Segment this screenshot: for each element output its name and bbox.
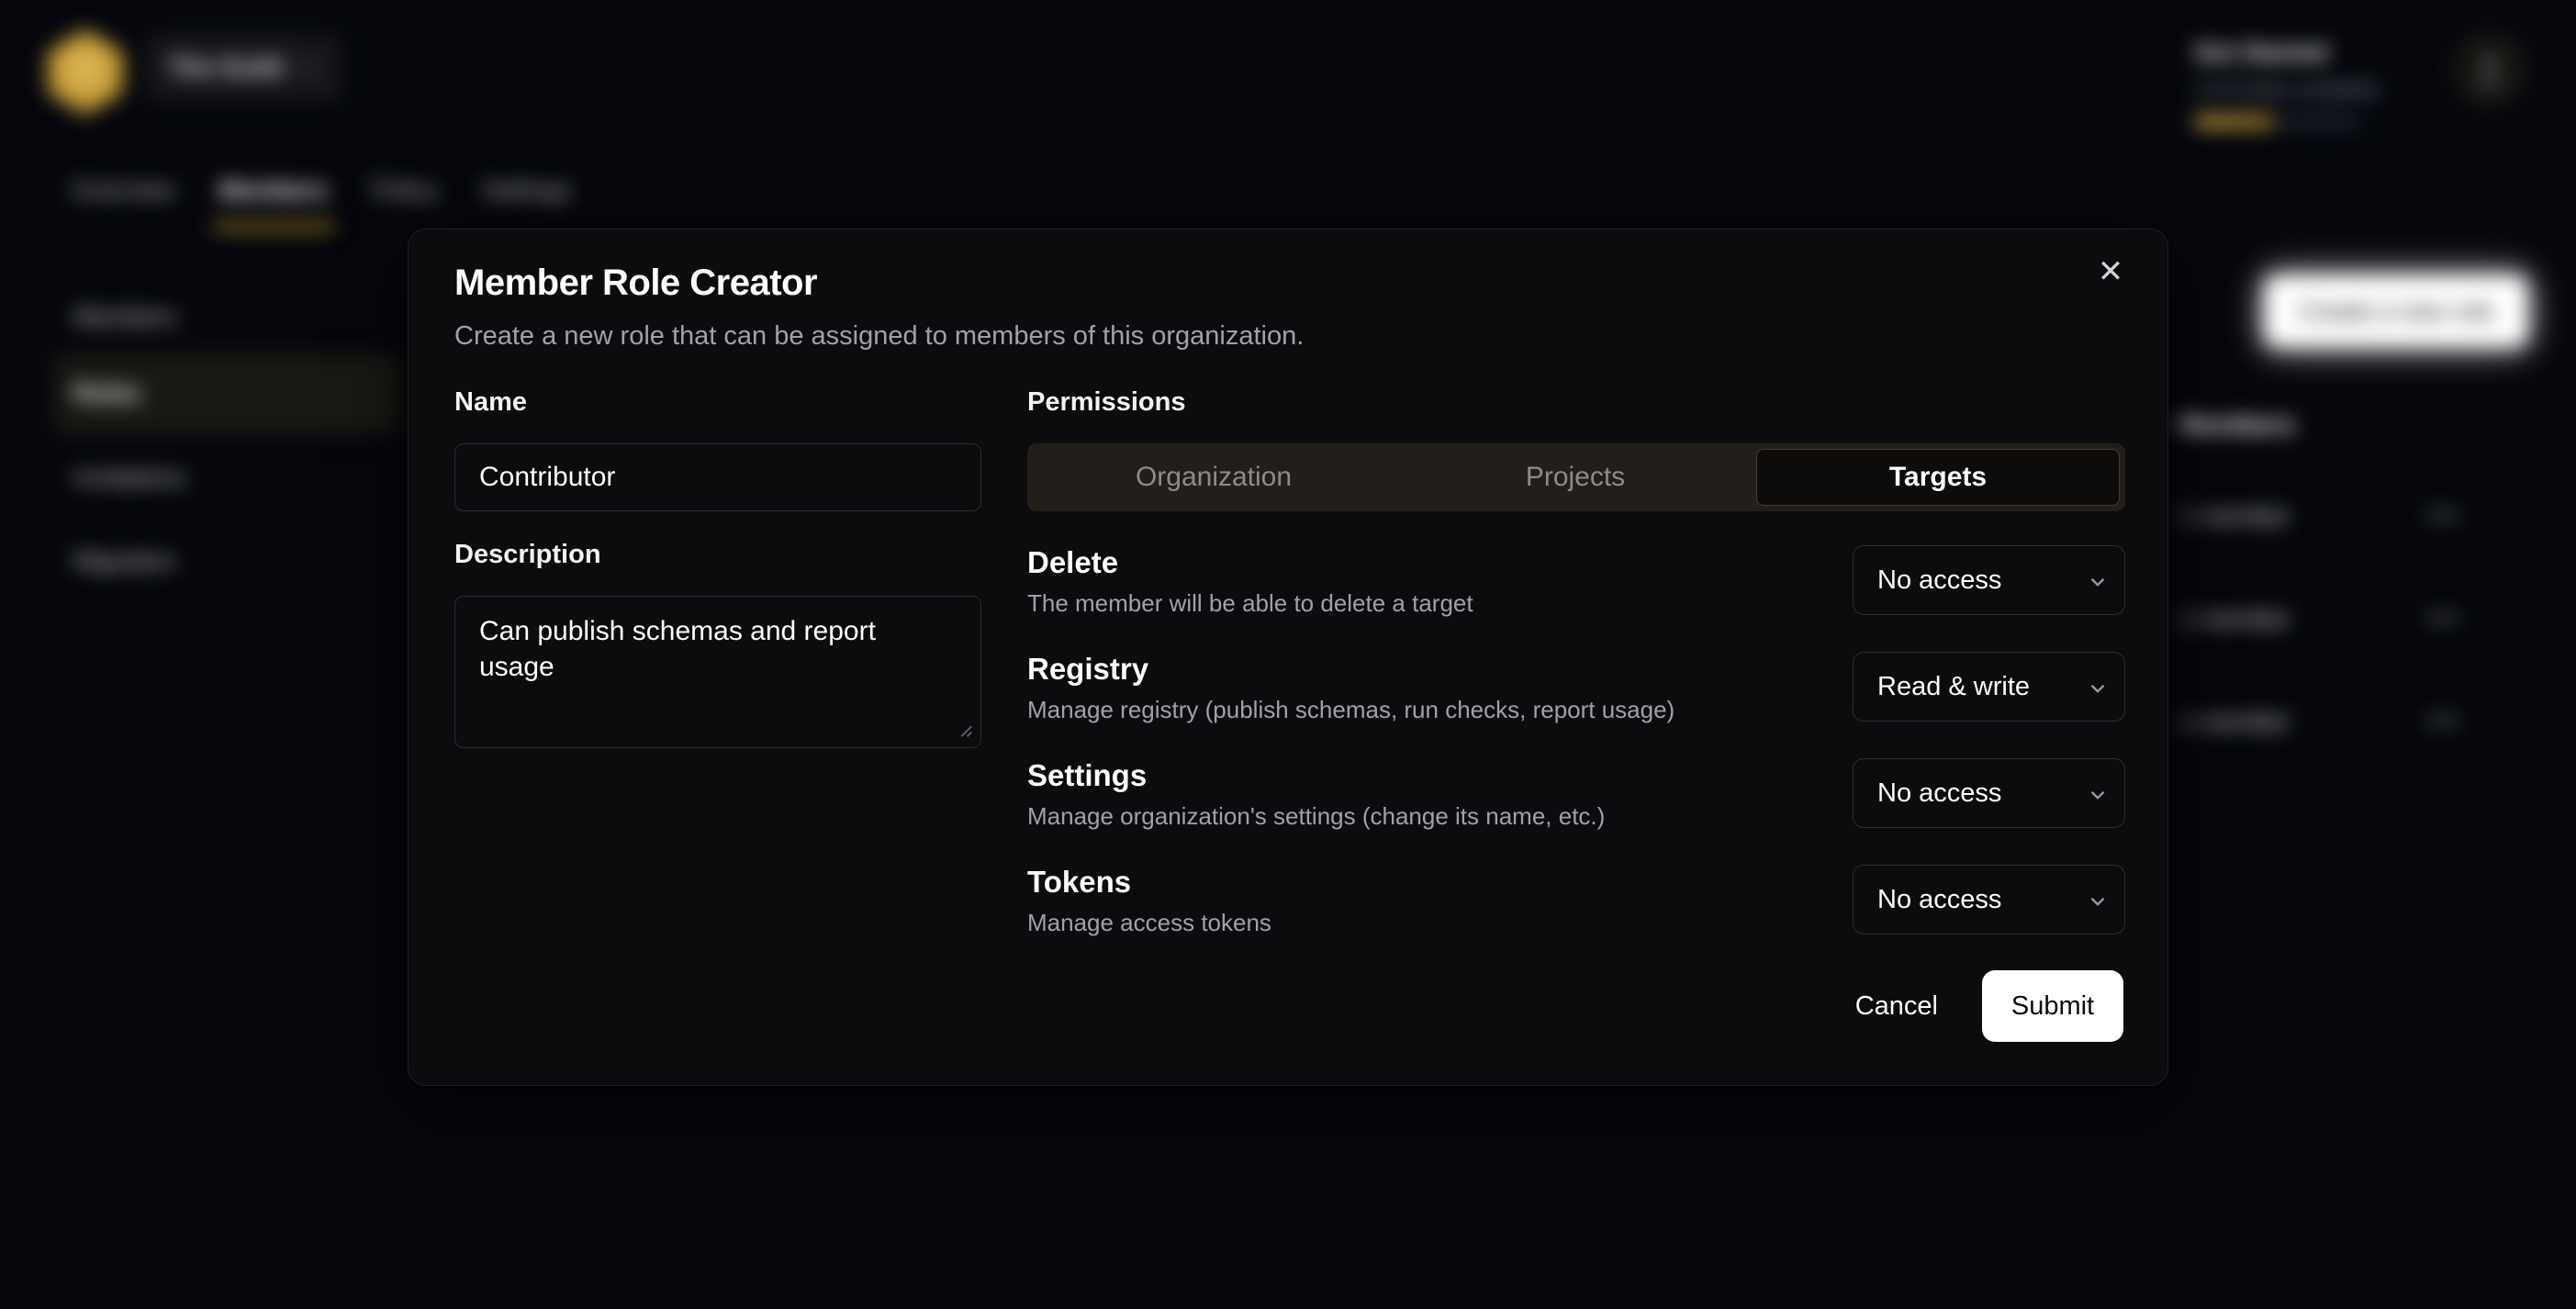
member-role-creator-modal: ✕ Member Role Creator Create a new role … bbox=[408, 229, 2168, 1086]
tab-projects[interactable]: Projects bbox=[1394, 449, 1756, 506]
selected-value: No access bbox=[1877, 778, 2001, 809]
user-icon bbox=[2469, 48, 2511, 90]
permissions-label: Permissions bbox=[1027, 387, 2125, 418]
org-nav-tabs: Overview Members Policy Settings bbox=[72, 176, 572, 230]
permissions-column: Permissions Organization Projects Target… bbox=[1027, 387, 2125, 937]
role-identity-column: Name Description Can publish schemas and… bbox=[454, 387, 981, 748]
overflow-menu-icon[interactable]: ••• bbox=[2425, 500, 2561, 531]
permission-row-tokens: Tokens Manage access tokens No access bbox=[1027, 865, 2125, 937]
permission-title: Registry bbox=[1027, 652, 1674, 687]
chevron-down-icon bbox=[301, 56, 318, 73]
hive-logo-icon[interactable] bbox=[48, 29, 123, 116]
submit-button[interactable]: Submit bbox=[1982, 970, 2123, 1042]
modal-title: Member Role Creator bbox=[454, 263, 817, 304]
overflow-menu-icon[interactable]: ••• bbox=[2425, 603, 2561, 634]
get-started-widget[interactable]: Get Started 4 of 9 tasks completed bbox=[2194, 39, 2378, 128]
org-switcher[interactable]: The Guild bbox=[145, 33, 342, 101]
sidebar-item-members[interactable]: Members bbox=[73, 303, 177, 331]
name-label: Name bbox=[454, 387, 981, 418]
cancel-button[interactable]: Cancel bbox=[1855, 991, 1938, 1022]
chevron-down-icon bbox=[2086, 783, 2110, 807]
selected-value: No access bbox=[1877, 885, 2001, 915]
role-row[interactable]: 1 member ••• bbox=[2178, 487, 2561, 545]
sidebar-item-migration[interactable]: Migration bbox=[73, 547, 175, 576]
tab-organization[interactable]: Organization bbox=[1033, 449, 1394, 506]
permission-title: Delete bbox=[1027, 545, 1473, 580]
delete-permission-select[interactable]: No access bbox=[1853, 545, 2125, 615]
tab-targets[interactable]: Targets bbox=[1756, 449, 2120, 506]
member-count: 1 member bbox=[2178, 605, 2290, 633]
description-label: Description bbox=[454, 540, 981, 570]
permission-row-settings: Settings Manage organization's settings … bbox=[1027, 758, 2125, 831]
create-new-role-button[interactable]: Create a new role bbox=[2265, 275, 2527, 347]
chevron-down-icon bbox=[2086, 889, 2110, 913]
role-row[interactable]: 1 member ••• bbox=[2178, 692, 2561, 751]
permission-row-delete: Delete The member will be able to delete… bbox=[1027, 545, 2125, 618]
get-started-subtitle: 4 of 9 tasks completed bbox=[2194, 80, 2378, 101]
modal-subtitle: Create a new role that can be assigned t… bbox=[454, 321, 1304, 352]
members-column-heading: Members bbox=[2178, 410, 2295, 441]
tab-settings[interactable]: Settings bbox=[482, 176, 572, 230]
permission-description: Manage organization's settings (change i… bbox=[1027, 802, 1605, 831]
sidebar-item-roles[interactable]: Roles bbox=[73, 379, 141, 408]
member-count: 1 member bbox=[2178, 708, 2290, 736]
resize-handle-icon bbox=[954, 719, 974, 739]
org-name: The Guild bbox=[169, 53, 284, 82]
permission-description: Manage access tokens bbox=[1027, 909, 1271, 937]
registry-permission-select[interactable]: Read & write bbox=[1853, 652, 2125, 722]
tokens-permission-select[interactable]: No access bbox=[1853, 865, 2125, 934]
role-name-input[interactable] bbox=[454, 443, 981, 511]
permissions-scope-tabs: Organization Projects Targets bbox=[1027, 443, 2125, 511]
role-row[interactable]: 1 member ••• bbox=[2178, 589, 2561, 648]
progress-bar bbox=[2194, 116, 2361, 128]
divider bbox=[2178, 466, 2561, 467]
permission-row-registry: Registry Manage registry (publish schema… bbox=[1027, 652, 2125, 724]
tab-overview[interactable]: Overview bbox=[72, 176, 175, 230]
selected-value: No access bbox=[1877, 565, 2001, 596]
permission-description: Manage registry (publish schemas, run ch… bbox=[1027, 696, 1674, 724]
divider bbox=[2178, 672, 2561, 673]
tab-members[interactable]: Members bbox=[219, 176, 329, 230]
user-avatar[interactable] bbox=[2453, 32, 2526, 106]
chevron-down-icon bbox=[2086, 570, 2110, 594]
selected-value: Read & write bbox=[1877, 672, 2030, 702]
close-icon[interactable]: ✕ bbox=[2090, 252, 2131, 292]
settings-permission-select[interactable]: No access bbox=[1853, 758, 2125, 828]
sidebar-item-invitations[interactable]: Invitations bbox=[73, 464, 185, 492]
permission-title: Tokens bbox=[1027, 865, 1271, 900]
tab-policy[interactable]: Policy bbox=[372, 176, 438, 230]
modal-footer: Cancel Submit bbox=[1855, 970, 2123, 1042]
divider bbox=[2178, 569, 2561, 570]
chevron-down-icon bbox=[2086, 677, 2110, 700]
overflow-menu-icon[interactable]: ••• bbox=[2425, 706, 2561, 737]
member-count: 1 member bbox=[2178, 502, 2290, 531]
get-started-title: Get Started bbox=[2194, 39, 2378, 67]
progress-fill bbox=[2194, 116, 2274, 128]
permission-title: Settings bbox=[1027, 758, 1605, 793]
role-description-textarea[interactable]: Can publish schemas and report usage bbox=[454, 596, 981, 748]
permission-description: The member will be able to delete a targ… bbox=[1027, 589, 1473, 618]
